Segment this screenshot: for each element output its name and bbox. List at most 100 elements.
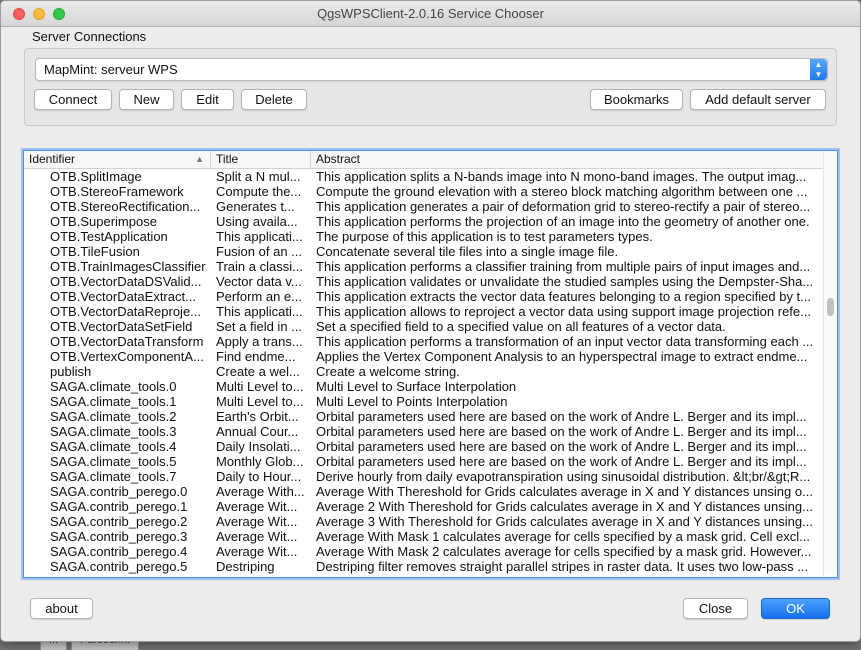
- cell-abstract: Orbital parameters used here are based o…: [316, 424, 807, 439]
- cell-abstract: Set a specified field to a specified val…: [316, 319, 726, 334]
- cell-abstract: This application performs the projection…: [316, 214, 810, 229]
- connect-button[interactable]: Connect: [34, 89, 112, 110]
- column-header-abstract[interactable]: Abstract: [311, 151, 823, 168]
- table-row[interactable]: OTB.VectorDataReproje... This applicati..…: [24, 304, 823, 319]
- delete-button[interactable]: Delete: [241, 89, 307, 110]
- table-row[interactable]: SAGA.contrib_perego.2 Average Wit... Avera…: [24, 514, 823, 529]
- table-header: Identifier ▲ Title Abstract: [24, 151, 823, 169]
- column-header-identifier[interactable]: Identifier ▲: [24, 151, 211, 168]
- updown-chevron-icon: ▲ ▼: [810, 59, 827, 80]
- about-button[interactable]: about: [30, 598, 93, 619]
- table-row[interactable]: OTB.StereoRectification... Generates t...…: [24, 199, 823, 214]
- cell-abstract: Multi Level to Surface Interpolation: [316, 379, 517, 394]
- cell-abstract: This application splits a N-bands image …: [316, 169, 807, 184]
- vertical-scrollbar[interactable]: [823, 151, 837, 575]
- cell-title: Daily to Hour...: [216, 469, 302, 484]
- cell-identifier: SAGA.climate_tools.0: [50, 379, 177, 394]
- cell-title: Multi Level to...: [216, 394, 304, 409]
- table-body: OTB.SplitImage Split a N mul... This appli…: [24, 169, 823, 574]
- table-row[interactable]: SAGA.contrib_perego.0 Average With... Aver…: [24, 484, 823, 499]
- cell-identifier: OTB.VectorDataDSValid...: [50, 274, 202, 289]
- table-row[interactable]: SAGA.contrib_perego.4 Average Wit... Avera…: [24, 544, 823, 559]
- cell-abstract: Average With Thereshold for Grids calcul…: [316, 484, 813, 499]
- cell-identifier: SAGA.contrib_perego.3: [50, 529, 188, 544]
- cell-identifier: SAGA.climate_tools.3: [50, 424, 177, 439]
- cell-identifier: publish: [50, 364, 92, 379]
- cell-abstract: Concatenate several tile files into a si…: [316, 244, 619, 259]
- table-row[interactable]: SAGA.contrib_perego.5 Destriping Destripin…: [24, 559, 823, 574]
- cell-title: Average Wit...: [216, 514, 298, 529]
- cell-abstract: Average With Mask 1 calculates average f…: [316, 529, 810, 544]
- cell-title: This applicati...: [216, 229, 303, 244]
- table-row[interactable]: OTB.SplitImage Split a N mul... This appli…: [24, 169, 823, 184]
- cell-identifier: OTB.SplitImage: [50, 169, 142, 184]
- cell-abstract: Orbital parameters used here are based o…: [316, 439, 807, 454]
- table-row[interactable]: OTB.VectorDataDSValid... Vector data v...…: [24, 274, 823, 289]
- ok-button[interactable]: OK: [761, 598, 830, 619]
- table-row[interactable]: SAGA.contrib_perego.1 Average Wit... Avera…: [24, 499, 823, 514]
- server-select-value: MapMint: serveur WPS: [44, 62, 178, 77]
- table-row[interactable]: SAGA.climate_tools.0 Multi Level to... Mul…: [24, 379, 823, 394]
- table-row[interactable]: SAGA.climate_tools.1 Multi Level to... Mul…: [24, 394, 823, 409]
- cell-title: Destriping: [216, 559, 275, 574]
- table-row[interactable]: SAGA.climate_tools.4 Daily Insolati... Orb…: [24, 439, 823, 454]
- cell-title: Compute the...: [216, 184, 302, 199]
- table-row[interactable]: SAGA.climate_tools.7 Daily to Hour... Deri…: [24, 469, 823, 484]
- bookmarks-button[interactable]: Bookmarks: [590, 89, 683, 110]
- add-default-server-button[interactable]: Add default server: [690, 89, 826, 110]
- cell-abstract: Create a welcome string.: [316, 364, 460, 379]
- cell-abstract: This application performs a classifier t…: [316, 259, 811, 274]
- table-row[interactable]: OTB.TestApplication This applicati... The …: [24, 229, 823, 244]
- table-row[interactable]: OTB.VectorDataTransform Apply a trans... T…: [24, 334, 823, 349]
- cell-title: Split a N mul...: [216, 169, 301, 184]
- table-row[interactable]: SAGA.climate_tools.5 Monthly Glob... Orbit…: [24, 454, 823, 469]
- new-button[interactable]: New: [119, 89, 174, 110]
- cell-title: Find endme...: [216, 349, 296, 364]
- cell-abstract: Derive hourly from daily evapotranspirat…: [316, 469, 811, 484]
- cell-title: Average Wit...: [216, 529, 298, 544]
- cell-abstract: This application performs a transformati…: [316, 334, 814, 349]
- table-row[interactable]: OTB.TileFusion Fusion of an ... Concatenat…: [24, 244, 823, 259]
- cell-title: Apply a trans...: [216, 334, 303, 349]
- services-table[interactable]: Identifier ▲ Title Abstract OTB.SplitIma…: [23, 150, 838, 578]
- table-row[interactable]: OTB.Superimpose Using availa... This appli…: [24, 214, 823, 229]
- cell-identifier: SAGA.contrib_perego.4: [50, 544, 188, 559]
- cell-title: Set a field in ...: [216, 319, 302, 334]
- cell-identifier: OTB.StereoFramework: [50, 184, 184, 199]
- scrollbar-thumb[interactable]: [827, 298, 834, 316]
- cell-title: Generates t...: [216, 199, 295, 214]
- table-row[interactable]: publish Create a wel... Create a welcome s…: [24, 364, 823, 379]
- table-row[interactable]: SAGA.contrib_perego.3 Average Wit... Avera…: [24, 529, 823, 544]
- cell-title: Train a classi...: [216, 259, 303, 274]
- table-row[interactable]: OTB.StereoFramework Compute the... Compute…: [24, 184, 823, 199]
- cell-abstract: Destriping filter removes straight paral…: [316, 559, 809, 574]
- cell-title: This applicati...: [216, 304, 303, 319]
- sort-ascending-icon: ▲: [195, 154, 204, 164]
- cell-abstract: The purpose of this application is to te…: [316, 229, 653, 244]
- close-button[interactable]: Close: [683, 598, 748, 619]
- cell-identifier: SAGA.climate_tools.4: [50, 439, 177, 454]
- table-row[interactable]: OTB.VectorDataExtract... Perform an e... T…: [24, 289, 823, 304]
- cell-identifier: OTB.VectorDataTransform: [50, 334, 204, 349]
- titlebar: QgsWPSClient-2.0.16 Service Chooser: [1, 1, 860, 27]
- table-row[interactable]: OTB.VertexComponentA... Find endme... Appl…: [24, 349, 823, 364]
- table-row[interactable]: SAGA.climate_tools.2 Earth's Orbit... Orbi…: [24, 409, 823, 424]
- table-row[interactable]: OTB.TrainImagesClassifier Train a classi.…: [24, 259, 823, 274]
- cell-identifier: OTB.VectorDataReproje...: [50, 304, 202, 319]
- cell-identifier: SAGA.climate_tools.5: [50, 454, 177, 469]
- table-row[interactable]: SAGA.climate_tools.3 Annual Cour... Orbita…: [24, 424, 823, 439]
- cell-title: Monthly Glob...: [216, 454, 304, 469]
- cell-abstract: This application validates or unvalidate…: [316, 274, 814, 289]
- edit-button[interactable]: Edit: [181, 89, 234, 110]
- column-header-title[interactable]: Title: [211, 151, 311, 168]
- cell-identifier: OTB.VertexComponentA...: [50, 349, 204, 364]
- cell-title: Earth's Orbit...: [216, 409, 299, 424]
- cell-title: Annual Cour...: [216, 424, 299, 439]
- server-select[interactable]: MapMint: serveur WPS ▲ ▼: [35, 58, 828, 81]
- cell-abstract: This application extracts the vector dat…: [316, 289, 812, 304]
- cell-abstract: Average 3 With Thereshold for Grids calc…: [316, 514, 813, 529]
- cell-abstract: Average With Mask 2 calculates average f…: [316, 544, 812, 559]
- cell-identifier: OTB.TileFusion: [50, 244, 140, 259]
- table-row[interactable]: OTB.VectorDataSetField Set a field in ...…: [24, 319, 823, 334]
- cell-title: Fusion of an ...: [216, 244, 302, 259]
